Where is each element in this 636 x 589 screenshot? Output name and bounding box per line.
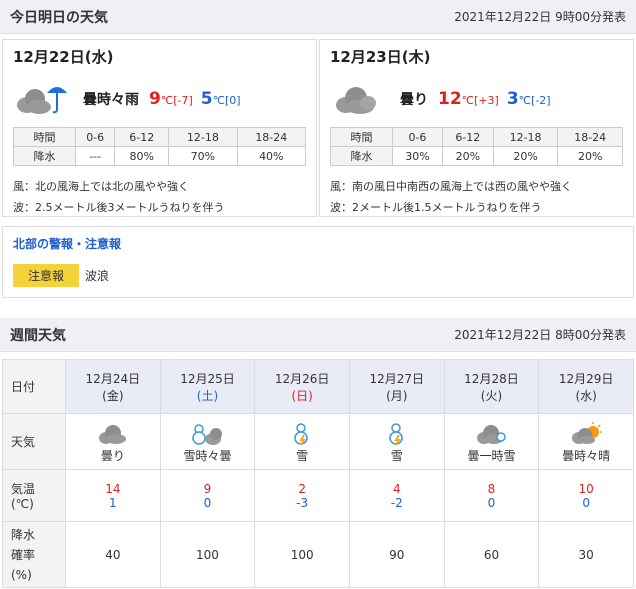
period-cell: 0-6 xyxy=(392,127,443,147)
week-date-cell: 12月29日 (水) xyxy=(538,359,634,414)
weather-text: 曇り xyxy=(400,92,428,108)
week-temp-cell: 4 -2 xyxy=(348,469,445,522)
rain-cell: 30% xyxy=(392,146,443,166)
rain-cell: --- xyxy=(74,146,116,166)
week-weather-text: 雪時々曇 xyxy=(183,449,232,463)
weather-row-label: 天気 xyxy=(2,413,66,470)
rain-cell: 20% xyxy=(441,146,494,166)
today-header: 今日明日の天気 2021年12月22日 9時00分発表 xyxy=(0,0,636,34)
rain-cell: 40% xyxy=(236,146,307,166)
day-card: 12月23日(木) 曇り 12℃[+3] 3℃[-2] 時間 0-6 6-12 … xyxy=(319,39,634,217)
week-weather-text: 雪 xyxy=(390,449,403,463)
time-label: 時間 xyxy=(330,127,393,147)
snow-thunder-icon xyxy=(380,421,414,447)
week-date-cell: 12月25日 (土) xyxy=(159,359,256,414)
week-weather-cell: 曇り xyxy=(65,413,161,470)
period-cell: 0-6 xyxy=(74,127,116,147)
period-cell: 6-12 xyxy=(114,127,170,147)
cloud-sun-icon xyxy=(569,421,603,447)
week-temp-cell: 14 1 xyxy=(65,469,161,522)
week-date-cell: 12月27日 (月) xyxy=(348,359,445,414)
cloud-icon xyxy=(96,421,130,447)
rain-label: 降水 xyxy=(330,146,393,166)
advisory-item: 波浪 xyxy=(85,269,110,283)
week-temp-cell: 90 xyxy=(159,469,256,522)
rain-cell: 70% xyxy=(168,146,238,166)
week-weather-text: 曇り xyxy=(100,449,125,463)
week-weather-cell: 雪 xyxy=(348,413,445,470)
pop-row-label: 降水 確率 (%) xyxy=(2,521,66,588)
high-temp: 9℃[-7] xyxy=(149,89,193,109)
weekly-header: 週間天気 2021年12月22日 8時00分発表 xyxy=(0,318,636,352)
time-label: 時間 xyxy=(13,127,76,147)
weekly-table: 日付 12月24日 (金) 12月25日 (土) 12月26日 (日) 12月27日(… xyxy=(2,359,634,588)
day-date: 12月23日(木) xyxy=(330,48,431,66)
week-pop-cell: 90 xyxy=(348,521,445,588)
wind-text: 風：北の風海上では北の風やや強く xyxy=(13,180,189,193)
week-pop-cell: 30 xyxy=(538,521,634,588)
today-title: 今日明日の天気 xyxy=(10,9,108,26)
rain-cell: 20% xyxy=(492,146,559,166)
week-weather-cell: 曇時々晴 xyxy=(538,413,634,470)
week-temp-cell: 10 0 xyxy=(538,469,634,522)
week-weather-cell: 曇一時雪 xyxy=(443,413,540,470)
weekly-title: 週間天気 xyxy=(10,327,66,344)
week-date-cell: 12月26日 (日) xyxy=(254,359,350,414)
week-date-cell: 12月28日 (火) xyxy=(443,359,540,414)
rain-label: 降水 xyxy=(13,146,76,166)
low-temp: 5℃[0] xyxy=(200,89,241,109)
low-temp: 3℃[-2] xyxy=(506,89,551,109)
snow-thunder-icon xyxy=(285,421,319,447)
week-pop-cell: 40 xyxy=(65,521,161,588)
period-cell: 12-18 xyxy=(492,127,559,147)
wave-text: 波：2.5メートル後3メートルうねりを伴う xyxy=(13,201,225,214)
week-weather-text: 曇一時雪 xyxy=(467,449,516,463)
week-date-cell: 12月24日 (金) xyxy=(65,359,161,414)
week-weather-text: 曇時々晴 xyxy=(562,449,611,463)
day-card: 12月22日(水) 曇時々雨 9℃[-7] 5℃[0] 時間 0-6 6-12 … xyxy=(2,39,317,217)
weather-text: 曇時々雨 xyxy=(83,92,139,108)
warnings-title[interactable]: 北部の警報・注意報 xyxy=(13,235,623,252)
rain-table: 時間 0-6 6-12 12-18 18-24 降水 --- 80% 70% 4… xyxy=(13,127,307,166)
cloud-rain-icon xyxy=(13,79,69,119)
today-issued: 2021年12月22日 9時00分発表 xyxy=(454,10,626,24)
weekly-issued: 2021年12月22日 8時00分発表 xyxy=(454,328,626,342)
week-temp-cell: 80 xyxy=(443,469,540,522)
snowman-cloud-icon xyxy=(190,421,224,447)
cloud-icon xyxy=(330,79,386,119)
cloud-snow-icon xyxy=(474,421,508,447)
rain-cell: 80% xyxy=(114,146,170,166)
day-forecasts: 12月22日(水) 曇時々雨 9℃[-7] 5℃[0] 時間 0-6 6-12 … xyxy=(0,34,636,217)
wave-text: 波：2メートル後1.5メートルうねりを伴う xyxy=(330,201,542,214)
advisory-badge: 注意報 xyxy=(13,264,79,287)
week-pop-cell: 60 xyxy=(443,521,540,588)
wind-text: 風：南の風日中南西の風海上では西の風やや強く xyxy=(330,180,572,193)
period-cell: 12-18 xyxy=(168,127,238,147)
week-pop-cell: 100 xyxy=(254,521,350,588)
week-pop-cell: 100 xyxy=(159,521,256,588)
week-weather-cell: 雪時々曇 xyxy=(159,413,256,470)
period-cell: 18-24 xyxy=(236,127,307,147)
warnings-box: 北部の警報・注意報 注意報 波浪 xyxy=(2,226,634,298)
period-cell: 18-24 xyxy=(557,127,623,147)
period-cell: 6-12 xyxy=(441,127,494,147)
rain-cell: 20% xyxy=(557,146,623,166)
week-weather-cell: 雪 xyxy=(254,413,350,470)
rain-table: 時間 0-6 6-12 12-18 18-24 降水 30% 20% 20% 2… xyxy=(330,127,623,166)
temp-row-label: 気温 (℃) xyxy=(2,469,66,522)
high-temp: 12℃[+3] xyxy=(438,89,499,109)
week-temp-cell: 2 -3 xyxy=(254,469,350,522)
day-date: 12月22日(水) xyxy=(13,48,114,66)
date-row-label: 日付 xyxy=(2,359,66,414)
week-weather-text: 雪 xyxy=(296,449,309,463)
